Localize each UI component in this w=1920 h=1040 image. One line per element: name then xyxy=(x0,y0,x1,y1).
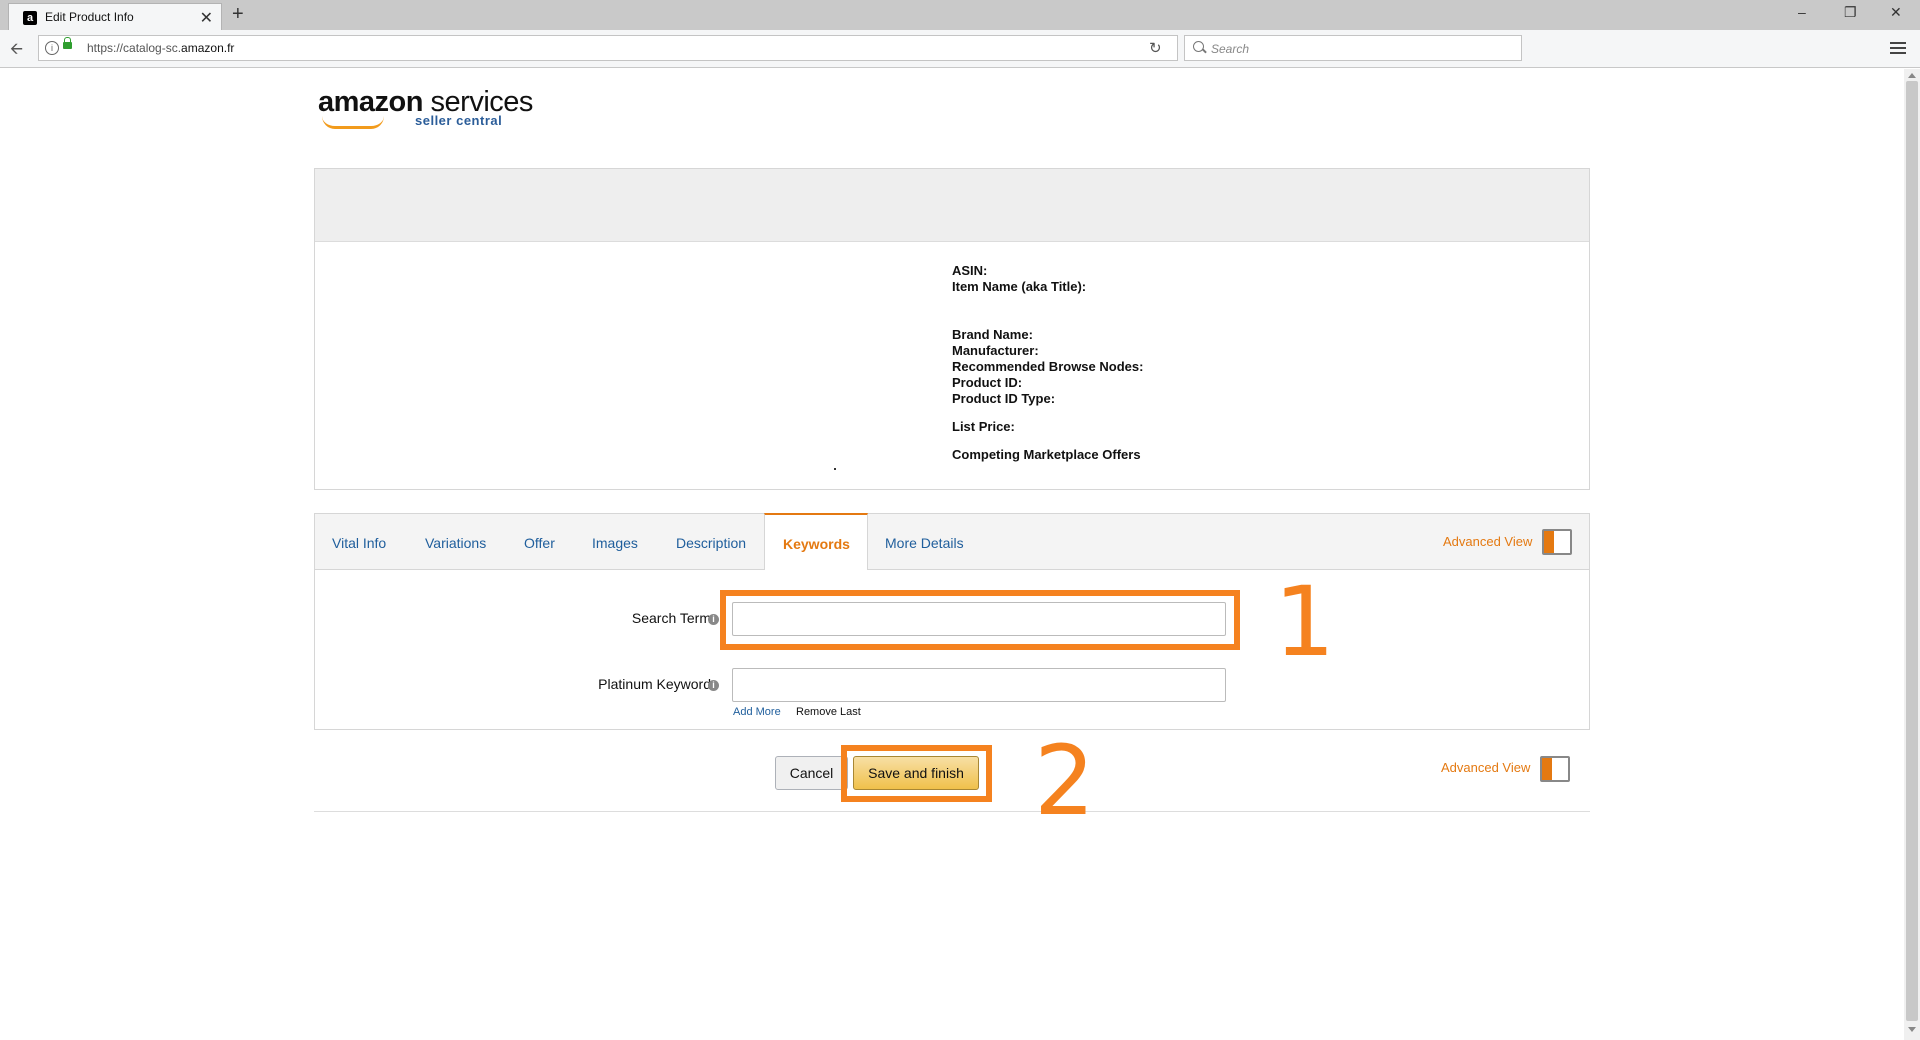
platinum-keywords-input[interactable] xyxy=(732,668,1226,702)
manufacturer-label: Manufacturer: xyxy=(952,343,1039,358)
product-id-label: Product ID: xyxy=(952,375,1023,390)
address-bar[interactable]: i https://catalog-sc.amazon.fr ↻ xyxy=(38,35,1178,61)
scroll-thumb[interactable] xyxy=(1906,81,1918,1021)
minimize-window-button[interactable]: – xyxy=(1798,4,1806,20)
back-arrow-icon[interactable]: 🡨 xyxy=(10,38,32,60)
item-name-label: Item Name (aka Title): xyxy=(952,279,1087,294)
logo-brand: amazon xyxy=(318,86,423,118)
search-terms-label: Search Terms xyxy=(631,610,718,626)
reload-icon[interactable]: ↻ xyxy=(1149,39,1162,57)
new-tab-button[interactable]: + xyxy=(232,3,244,26)
advanced-view-label-bottom[interactable]: Advanced View xyxy=(1441,760,1530,775)
annotation-number-2: 2 xyxy=(1034,725,1096,837)
site-info-icon[interactable]: i xyxy=(45,41,59,55)
annotation-box-1 xyxy=(720,590,1240,650)
scroll-down-icon[interactable] xyxy=(1908,1027,1916,1032)
tab-keywords[interactable]: Keywords xyxy=(764,513,868,570)
tab-description[interactable]: Description xyxy=(676,535,746,551)
advanced-view-label[interactable]: Advanced View xyxy=(1443,534,1532,549)
tab-vital-info[interactable]: Vital Info xyxy=(332,535,386,551)
tab-images[interactable]: Images xyxy=(592,535,638,551)
lock-icon xyxy=(63,37,72,49)
product-header xyxy=(315,169,1589,242)
hamburger-menu-icon[interactable] xyxy=(1890,42,1906,54)
url-text[interactable]: https://catalog-sc.amazon.fr xyxy=(87,41,234,55)
remove-last-link[interactable]: Remove Last xyxy=(796,706,861,718)
competing-offers-label: Competing Marketplace Offers xyxy=(952,447,1141,462)
page-scrollbar[interactable] xyxy=(1904,69,1920,1040)
browser-search-bar[interactable]: Search xyxy=(1184,35,1522,61)
advanced-view-toggle-bottom[interactable] xyxy=(1540,756,1570,782)
close-window-button[interactable]: ✕ xyxy=(1890,4,1902,21)
annotation-number-1: 1 xyxy=(1274,566,1336,678)
search-icon xyxy=(1193,41,1204,52)
tab-keywords-label: Keywords xyxy=(783,536,850,552)
amazon-smile-icon xyxy=(322,116,384,129)
browser-navbar: 🡨 i https://catalog-sc.amazon.fr ↻ Searc… xyxy=(0,30,1920,68)
product-id-type-label: Product ID Type: xyxy=(952,391,1056,406)
advanced-view-toggle[interactable] xyxy=(1542,529,1572,555)
browse-nodes-label: Recommended Browse Nodes: xyxy=(952,359,1144,374)
add-more-link[interactable]: Add More xyxy=(733,706,781,718)
platinum-keywords-help-icon[interactable]: i xyxy=(708,680,719,691)
brand-name-label: Brand Name: xyxy=(952,327,1033,342)
close-tab-icon[interactable]: ✕ xyxy=(200,8,213,28)
browser-tabbar: a Edit Product Info ✕ + – ❐ ✕ xyxy=(0,0,1920,30)
amazon-services-logo[interactable]: amazon services seller central xyxy=(318,86,533,129)
product-summary: ASIN: Item Name (aka Title): Brand Name:… xyxy=(314,168,1590,490)
search-terms-help-icon[interactable]: i xyxy=(708,614,719,625)
tab-title: Edit Product Info xyxy=(45,10,134,24)
tab-more-details[interactable]: More Details xyxy=(885,535,964,551)
cancel-button[interactable]: Cancel xyxy=(775,756,848,790)
amazon-favicon-icon: a xyxy=(23,11,37,25)
asin-label: ASIN: xyxy=(952,263,988,278)
search-placeholder: Search xyxy=(1211,42,1250,56)
restore-window-button[interactable]: ❐ xyxy=(1844,4,1857,21)
tab-variations[interactable]: Variations xyxy=(425,535,486,551)
tab-offer[interactable]: Offer xyxy=(524,535,555,551)
browser-tab[interactable]: a Edit Product Info ✕ xyxy=(8,3,222,30)
annotation-box-2 xyxy=(841,745,992,802)
platinum-keywords-label: Platinum Keywords xyxy=(598,676,718,692)
tab-strip: Vital Info Variations Offer Images Descr… xyxy=(315,513,1589,570)
divider xyxy=(314,811,1590,812)
image-placeholder-dot xyxy=(834,468,836,470)
logo-subtitle: seller central xyxy=(415,113,503,128)
list-price-label: List Price: xyxy=(952,419,1015,434)
scroll-up-icon[interactable] xyxy=(1908,73,1916,78)
